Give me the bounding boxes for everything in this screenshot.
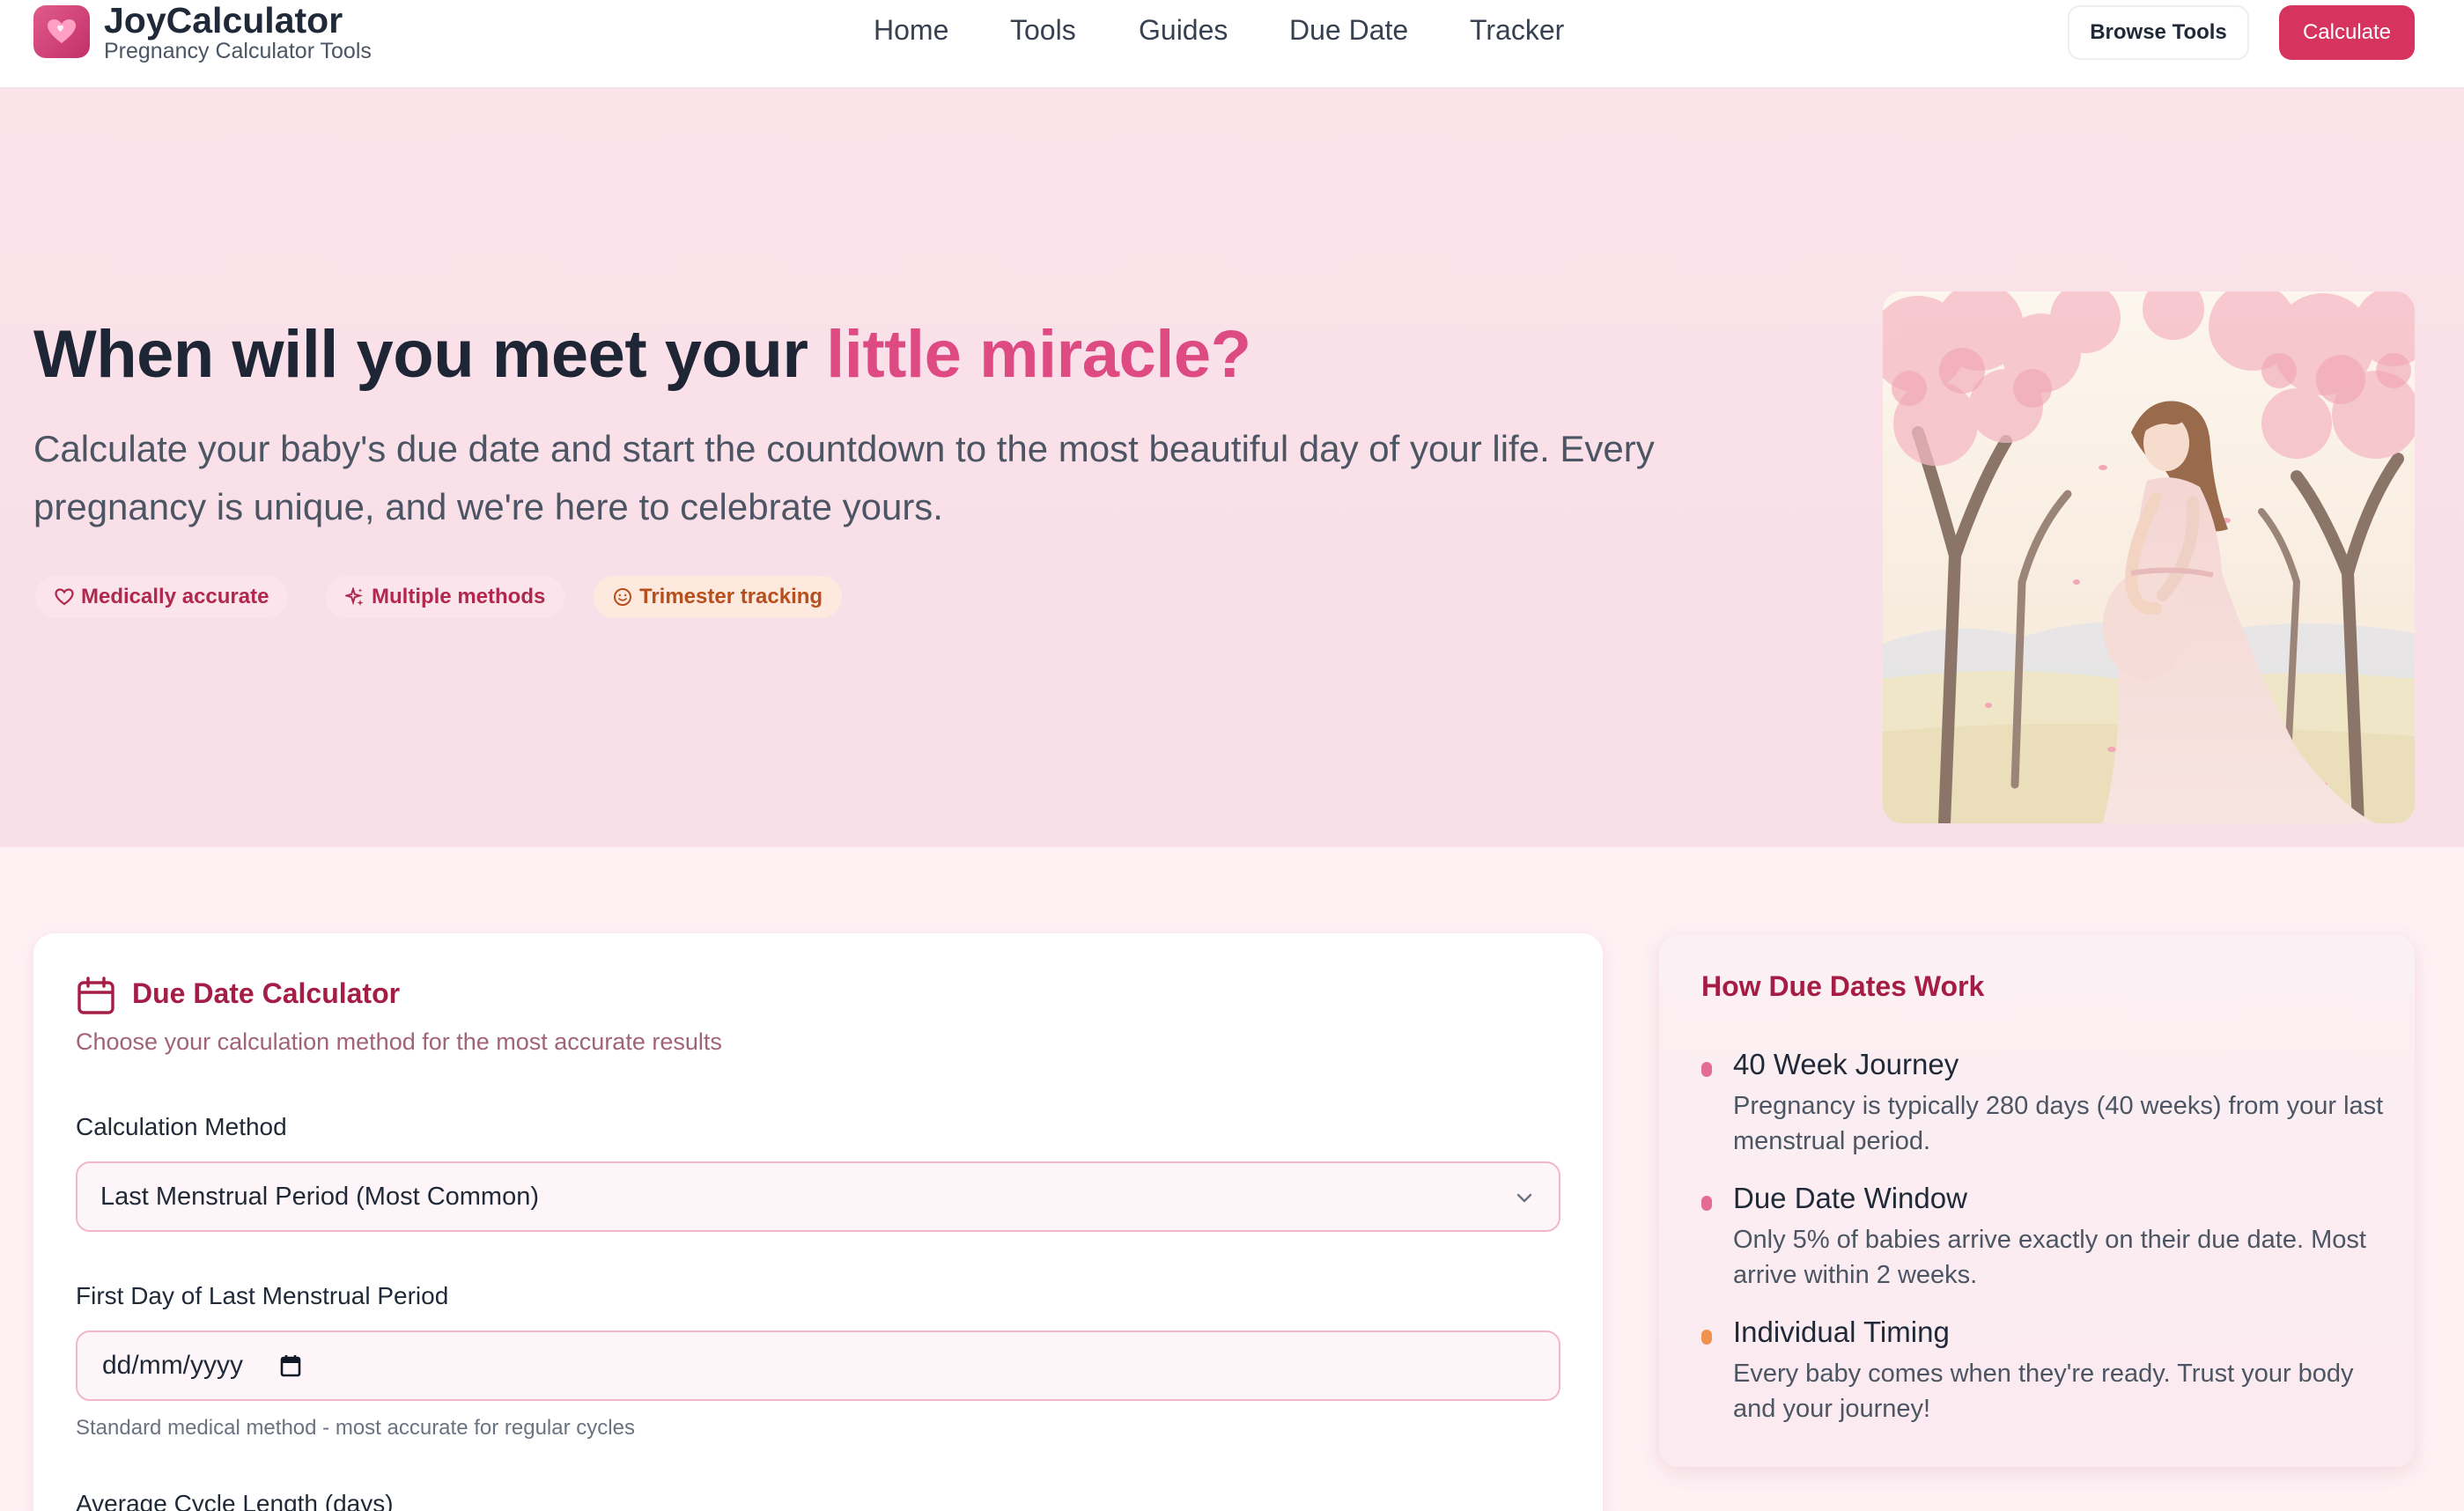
select-value: Last Menstrual Period (Most Common)	[100, 1182, 539, 1211]
calendar-icon	[77, 977, 114, 1014]
info-item-desc: Every baby comes when they're ready. Tru…	[1733, 1360, 2354, 1423]
bullet-dot	[1701, 1062, 1712, 1077]
info-item-title: Individual Timing	[1733, 1316, 1950, 1348]
hero-title-accent: little miracle?	[826, 317, 1251, 392]
due-date-calculator-card: Due Date Calculator Choose your calculat…	[33, 933, 1603, 1511]
date-placeholder: dd/mm/yyyy	[102, 1351, 244, 1380]
browse-tools-button[interactable]: Browse Tools	[2068, 5, 2249, 60]
badge-medically-accurate: Medically accurate	[35, 576, 289, 618]
cycle-length-label: Average Cycle Length (days)	[76, 1490, 394, 1511]
calculation-method-select[interactable]: Last Menstrual Period (Most Common)	[76, 1161, 1560, 1232]
nav-tracker[interactable]: Tracker	[1470, 14, 1564, 47]
brand-tagline: Pregnancy Calculator Tools	[104, 39, 372, 63]
smile-icon	[614, 588, 631, 606]
method-label: Calculation Method	[76, 1113, 287, 1140]
badge-multiple-methods: Multiple methods	[326, 576, 565, 618]
info-item-title: Due Date Window	[1733, 1182, 1967, 1214]
info-item-title: 40 Week Journey	[1733, 1048, 1959, 1080]
how-due-dates-work-card: How Due Dates Work 40 Week Journey Pregn…	[1659, 935, 2415, 1467]
heart-icon	[48, 19, 76, 43]
calendar-picker-icon[interactable]	[280, 1354, 301, 1377]
info-title: How Due Dates Work	[1701, 970, 1985, 1002]
chevron-down-icon	[1516, 1193, 1532, 1203]
bullet-dot	[1701, 1196, 1712, 1211]
hero-illustration	[1883, 291, 2415, 823]
calculator-title: Due Date Calculator	[132, 977, 401, 1009]
date-hint: Standard medical method - most accurate …	[76, 1416, 635, 1440]
hero-title-main: When will you meet your	[33, 317, 827, 392]
info-item-desc: Pregnancy is typically 280 days (40 week…	[1733, 1092, 2384, 1155]
calculator-subtitle: Choose your calculation method for the m…	[76, 1028, 722, 1055]
hero-description: Calculate your baby's due date and start…	[33, 428, 1655, 527]
nav-tools[interactable]: Tools	[1010, 14, 1076, 47]
lmp-date-input[interactable]: dd/mm/yyyy	[76, 1330, 1560, 1401]
calculate-button[interactable]: Calculate	[2279, 5, 2415, 60]
brand-name[interactable]: JoyCalculator	[104, 0, 343, 41]
nav-due-date[interactable]: Due Date	[1289, 14, 1408, 47]
logo-mark[interactable]	[33, 5, 90, 58]
sparkle-icon	[345, 587, 364, 606]
badge-label: Trimester tracking	[639, 585, 823, 608]
badge-trimester-tracking: Trimester tracking	[594, 576, 843, 618]
bullet-dot	[1701, 1330, 1712, 1345]
site-header: JoyCalculator Pregnancy Calculator Tools…	[0, 0, 2464, 89]
hero-title: When will you meet your little miracle?	[33, 316, 1251, 393]
badge-label: Multiple methods	[372, 585, 546, 608]
badge-label: Medically accurate	[81, 585, 269, 608]
hero-section: When will you meet your little miracle? …	[0, 89, 2464, 847]
date-label: First Day of Last Menstrual Period	[76, 1282, 449, 1309]
nav-guides[interactable]: Guides	[1139, 14, 1228, 47]
info-item-desc: Only 5% of babies arrive exactly on thei…	[1733, 1226, 2366, 1289]
heart-icon	[55, 588, 74, 606]
nav-home[interactable]: Home	[874, 14, 948, 47]
